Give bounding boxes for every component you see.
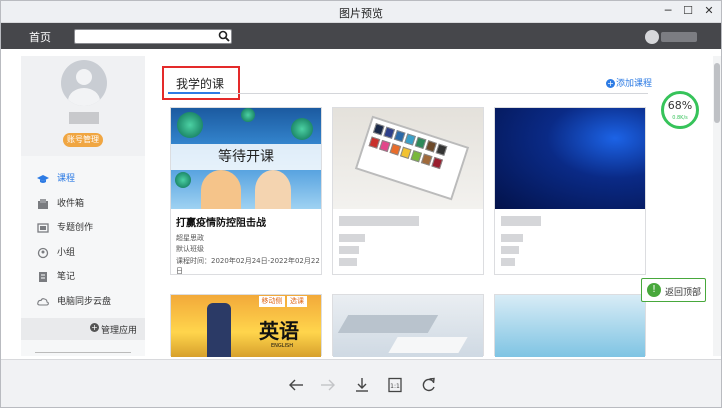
sidebar-item-inbox[interactable]: 收件箱 — [37, 197, 147, 222]
back-to-top-label: 返回顶部 — [665, 288, 702, 298]
sidebar-item-label: 收件箱 — [57, 198, 85, 209]
course-cover-image[interactable] — [495, 295, 645, 357]
rotate-icon[interactable] — [420, 377, 438, 393]
actual-size-icon[interactable]: 1:1 — [386, 377, 404, 393]
course-card[interactable] — [494, 107, 646, 275]
home-link[interactable]: 首页 — [29, 29, 51, 45]
network-speed-widget[interactable]: 68% 0.8K/s — [661, 91, 699, 129]
sidebar-item-group[interactable]: 小组 — [37, 246, 147, 271]
course-class: 默认班级 — [176, 245, 204, 253]
group-icon — [37, 247, 49, 258]
previous-arrow-icon[interactable] — [287, 377, 305, 393]
image-preview-window: 图片预览 ─ ☐ ✕ 首页 账号管理 课程 收件箱 专题创作 小组 笔记 电脑同… — [0, 0, 722, 408]
title-bar: 图片预览 ─ ☐ ✕ — [1, 1, 721, 23]
inbox-icon — [38, 198, 48, 209]
left-sidebar: 账号管理 课程 收件箱 专题创作 小组 笔记 电脑同步云盘 + 管理应用 — [21, 56, 145, 356]
cover-tag: 移动侧 — [259, 296, 285, 307]
course-teacher-redacted — [339, 234, 365, 242]
course-time-redacted — [501, 258, 515, 266]
scrollbar-thumb[interactable] — [714, 63, 720, 123]
cover-text: 等待开课 — [171, 144, 321, 170]
account-manage-button[interactable]: 账号管理 — [63, 133, 103, 147]
manage-apps-button[interactable]: + 管理应用 — [21, 318, 145, 340]
sidebar-item-cloud[interactable]: 电脑同步云盘 — [37, 295, 147, 320]
graduation-cap-icon — [37, 175, 49, 183]
profile-panel: 账号管理 — [21, 56, 145, 156]
course-area: 我学的课 + 添加课程 等待开课 打赢疫情防控阻击战 超星思政 默认班级 课程时间… — [152, 56, 708, 357]
course-class-redacted — [501, 246, 519, 254]
exclamation-icon: ! — [647, 283, 661, 297]
course-title[interactable]: 打赢疫情防控阻击战 — [176, 214, 266, 229]
clock-tower-image — [207, 303, 231, 357]
sidebar-item-label: 专题创作 — [57, 223, 94, 233]
course-title-redacted — [501, 216, 541, 226]
next-arrow-icon[interactable] — [319, 377, 337, 393]
watercolor-palette-image — [354, 115, 470, 201]
cover-subtext: ENGLISH — [271, 343, 293, 349]
sidebar-item-course[interactable]: 课程 — [37, 172, 147, 197]
speed-rate: 0.8K/s — [672, 115, 688, 121]
course-card[interactable] — [332, 107, 484, 275]
course-teacher-redacted — [501, 234, 523, 242]
section-title[interactable]: 我学的课 — [176, 75, 224, 92]
sidebar-divider — [35, 352, 131, 356]
user-name-redacted[interactable] — [661, 32, 697, 42]
note-icon — [39, 272, 47, 282]
download-icon[interactable] — [353, 377, 371, 393]
cloud-icon — [37, 297, 49, 306]
sidebar-item-label: 小组 — [57, 247, 76, 258]
course-card[interactable]: 等待开课 打赢疫情防控阻击战 超星思政 默认班级 课程时间：2020年02月24… — [170, 107, 322, 275]
course-card[interactable]: 移动侧 选课 英语 ENGLISH — [170, 294, 322, 357]
section-divider — [168, 93, 648, 94]
course-class-redacted — [339, 246, 359, 254]
search-input[interactable] — [74, 29, 232, 44]
plus-icon: + — [90, 323, 99, 332]
course-card[interactable] — [332, 294, 484, 357]
course-cover-image[interactable]: 等待开课 — [171, 108, 321, 209]
course-card[interactable] — [494, 294, 646, 357]
back-to-top-button[interactable]: ! 返回顶部 — [641, 278, 706, 302]
svg-text:1:1: 1:1 — [390, 383, 400, 390]
plus-circle-icon: + — [606, 79, 615, 88]
manage-apps-label: 管理应用 — [101, 326, 138, 336]
sidebar-item-label: 电脑同步云盘 — [57, 296, 112, 307]
course-cover-image[interactable]: 移动侧 选课 英语 ENGLISH — [171, 295, 321, 357]
course-time: 课程时间：2020年02月24日-2022年02月22日 — [176, 257, 320, 275]
speed-percent: 68% — [667, 99, 693, 112]
close-button[interactable]: ✕ — [700, 3, 718, 19]
sidebar-menu: 课程 收件箱 专题创作 小组 笔记 电脑同步云盘 — [37, 172, 147, 319]
app-navbar: 首页 — [1, 23, 721, 49]
course-cover-image[interactable] — [333, 295, 483, 357]
sidebar-item-label: 笔记 — [57, 272, 76, 282]
course-cover-image[interactable] — [333, 108, 483, 209]
course-time-redacted — [339, 258, 357, 266]
topic-icon — [37, 223, 49, 233]
sidebar-item-topic[interactable]: 专题创作 — [37, 221, 147, 246]
profile-avatar[interactable] — [61, 60, 107, 106]
maximize-button[interactable]: ☐ — [679, 3, 697, 19]
course-teacher: 超星思政 — [176, 234, 204, 242]
section-title-underline — [168, 92, 220, 94]
sidebar-item-note[interactable]: 笔记 — [37, 270, 147, 295]
profile-name-redacted — [69, 112, 99, 124]
user-avatar[interactable] — [645, 30, 659, 44]
cover-text: 英语 — [259, 319, 299, 343]
course-title-redacted — [339, 216, 419, 226]
course-cover-image[interactable] — [495, 108, 645, 209]
search-icon[interactable] — [218, 30, 230, 42]
sidebar-item-label: 课程 — [57, 174, 76, 184]
minimize-button[interactable]: ─ — [659, 3, 677, 19]
preview-toolbar: 1:1 — [1, 359, 721, 407]
window-title: 图片预览 — [339, 7, 383, 20]
cover-tag: 选课 — [287, 296, 307, 307]
add-course-link[interactable]: + 添加课程 — [606, 76, 652, 89]
